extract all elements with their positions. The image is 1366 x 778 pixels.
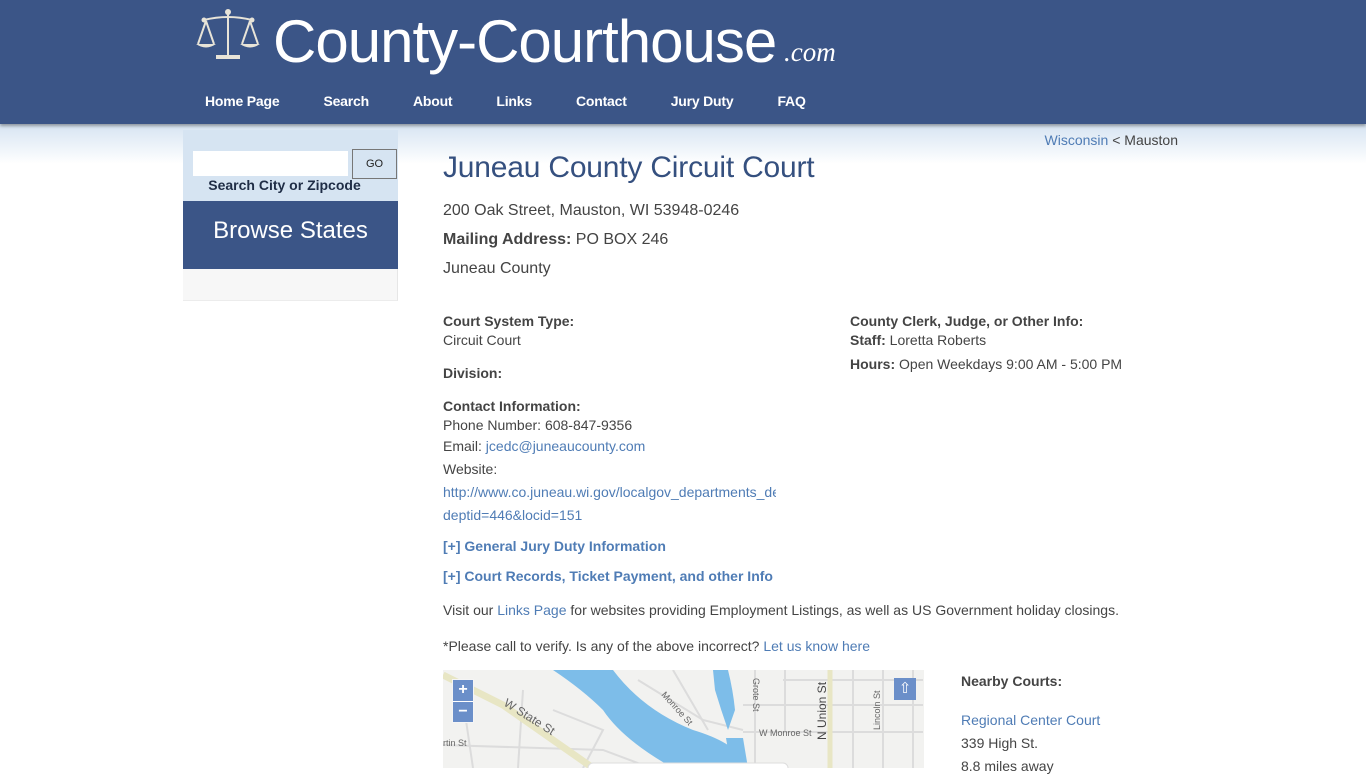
- map-label-lincoln-st: Lincoln St: [872, 690, 882, 730]
- contact-label: Contact Information:: [443, 398, 581, 414]
- mailing-label: Mailing Address:: [443, 231, 572, 248]
- email-label: Email:: [443, 438, 482, 454]
- breadcrumb-separator: <: [1112, 132, 1121, 148]
- map-label-grote-st: Grote St: [751, 678, 761, 712]
- county-name: Juneau County: [443, 260, 551, 277]
- breadcrumb-city: Mauston: [1124, 132, 1178, 148]
- links-page-link[interactable]: Links Page: [497, 602, 566, 618]
- search-box: GO Search City or Zipcode: [183, 130, 398, 201]
- nav-links[interactable]: Links: [474, 89, 554, 113]
- email-link[interactable]: jcedc@juneaucounty.com: [486, 438, 645, 454]
- map-popup-edge: [587, 762, 789, 768]
- website-link-line1: http://www.co.juneau.wi.gov/localgov_dep…: [443, 484, 776, 500]
- page-title: Juneau County Circuit Court: [443, 151, 815, 184]
- browse-states-button[interactable]: Browse States: [183, 201, 398, 269]
- site-header: County-Courthouse .com Home Page Search …: [0, 0, 1366, 124]
- nav-about[interactable]: About: [391, 89, 474, 113]
- contact-information: Contact Information: Phone Number: 608-8…: [443, 397, 783, 527]
- hours-line: Hours: Open Weekdays 9:00 AM - 5:00 PM: [850, 355, 1180, 374]
- court-records-toggle[interactable]: [+] Court Records, Ticket Payment, and o…: [443, 568, 773, 584]
- verify-text: *Please call to verify. Is any of the ab…: [443, 638, 760, 654]
- map-zoom-in-button[interactable]: +: [453, 680, 473, 701]
- nav-search[interactable]: Search: [301, 89, 391, 113]
- map-label-w-monroe-st: W Monroe St: [759, 728, 812, 738]
- map-zoom-out-button[interactable]: −: [453, 701, 473, 722]
- map-label-n-union-st: N Union St: [815, 681, 829, 740]
- visit-suffix: for websites providing Employment Listin…: [570, 602, 1119, 618]
- sidebar-footer: [183, 269, 398, 301]
- breadcrumb-state-link[interactable]: Wisconsin: [1045, 132, 1109, 148]
- clerk-info-label: County Clerk, Judge, or Other Info:: [850, 313, 1084, 329]
- website-label: Website:: [443, 461, 498, 477]
- court-system-type-label: Court System Type:: [443, 313, 575, 329]
- go-button[interactable]: GO: [352, 149, 397, 179]
- jury-duty-info-toggle[interactable]: [+] General Jury Duty Information: [443, 538, 666, 554]
- map-fullscreen-button[interactable]: ⇧: [894, 678, 916, 700]
- court-details-left: Court System Type: Circuit Court Divisio…: [443, 312, 783, 527]
- court-system-type: Court System Type: Circuit Court: [443, 312, 783, 350]
- nearby-court-address: 339 High St.: [961, 735, 1039, 751]
- site-title-link[interactable]: County-Courthouse: [273, 6, 777, 78]
- street-address: 200 Oak Street, Mauston, WI 53948-0246: [443, 202, 740, 219]
- hours-value: Open Weekdays 9:00 AM - 5:00 PM: [899, 356, 1123, 372]
- court-details-right: County Clerk, Judge, or Other Info: Staf…: [850, 312, 1180, 374]
- links-page-note: Visit our Links Page for websites provid…: [443, 602, 1119, 618]
- mailing-value: PO BOX 246: [575, 231, 669, 248]
- division: Division:: [443, 364, 783, 383]
- breadcrumb: Wisconsin < Mauston: [1045, 132, 1178, 148]
- phone-number: Phone Number: 608-847-9356: [443, 417, 633, 433]
- report-error-link[interactable]: Let us know here: [763, 638, 870, 654]
- map-label-martin-st: rtin St: [443, 738, 467, 748]
- nav-faq[interactable]: FAQ: [755, 89, 827, 113]
- email-line: Email: jcedc@juneaucounty.com: [443, 435, 783, 458]
- main-content: Juneau County Circuit Court 200 Oak Stre…: [443, 150, 1183, 654]
- nearby-court-distance: 8.8 miles away: [961, 758, 1054, 774]
- staff-value: Loretta Roberts: [889, 332, 987, 348]
- map[interactable]: W State St Monroe St Grote St N Union St…: [443, 670, 924, 768]
- nav-contact[interactable]: Contact: [554, 89, 649, 113]
- nearby-courts-title: Nearby Courts:: [961, 673, 1063, 689]
- search-label: Search City or Zipcode: [208, 177, 361, 193]
- staff-label: Staff:: [850, 332, 886, 348]
- staff-line: Staff: Loretta Roberts: [850, 331, 1180, 350]
- nav-jury-duty[interactable]: Jury Duty: [649, 89, 756, 113]
- scales-of-justice-icon[interactable]: [194, 8, 262, 62]
- mailing-address: Mailing Address: PO BOX 246: [443, 225, 1183, 254]
- main-nav: Home Page Search About Links Contact Jur…: [183, 89, 828, 113]
- site-tld: .com: [784, 37, 836, 67]
- website-link-line2: deptid=446&locid=151: [443, 507, 583, 523]
- visit-prefix: Visit our: [443, 602, 494, 618]
- search-input[interactable]: [193, 151, 348, 176]
- verify-note: *Please call to verify. Is any of the ab…: [443, 638, 870, 654]
- nav-home-page[interactable]: Home Page: [183, 89, 301, 113]
- map-tiles[interactable]: W State St Monroe St Grote St N Union St…: [443, 670, 924, 768]
- map-label-w-state-st: W State St: [501, 696, 558, 739]
- nearby-courts: Nearby Courts: Regional Center Court 339…: [961, 672, 1100, 778]
- sidebar: GO Search City or Zipcode Browse States: [183, 130, 398, 301]
- map-zoom-control: + −: [452, 679, 474, 723]
- court-system-type-value: Circuit Court: [443, 332, 521, 348]
- hours-label: Hours:: [850, 356, 896, 372]
- division-label: Division:: [443, 365, 503, 381]
- website-link[interactable]: http://www.co.juneau.wi.gov/localgov_dep…: [443, 481, 783, 527]
- nearby-court-link[interactable]: Regional Center Court: [961, 709, 1100, 732]
